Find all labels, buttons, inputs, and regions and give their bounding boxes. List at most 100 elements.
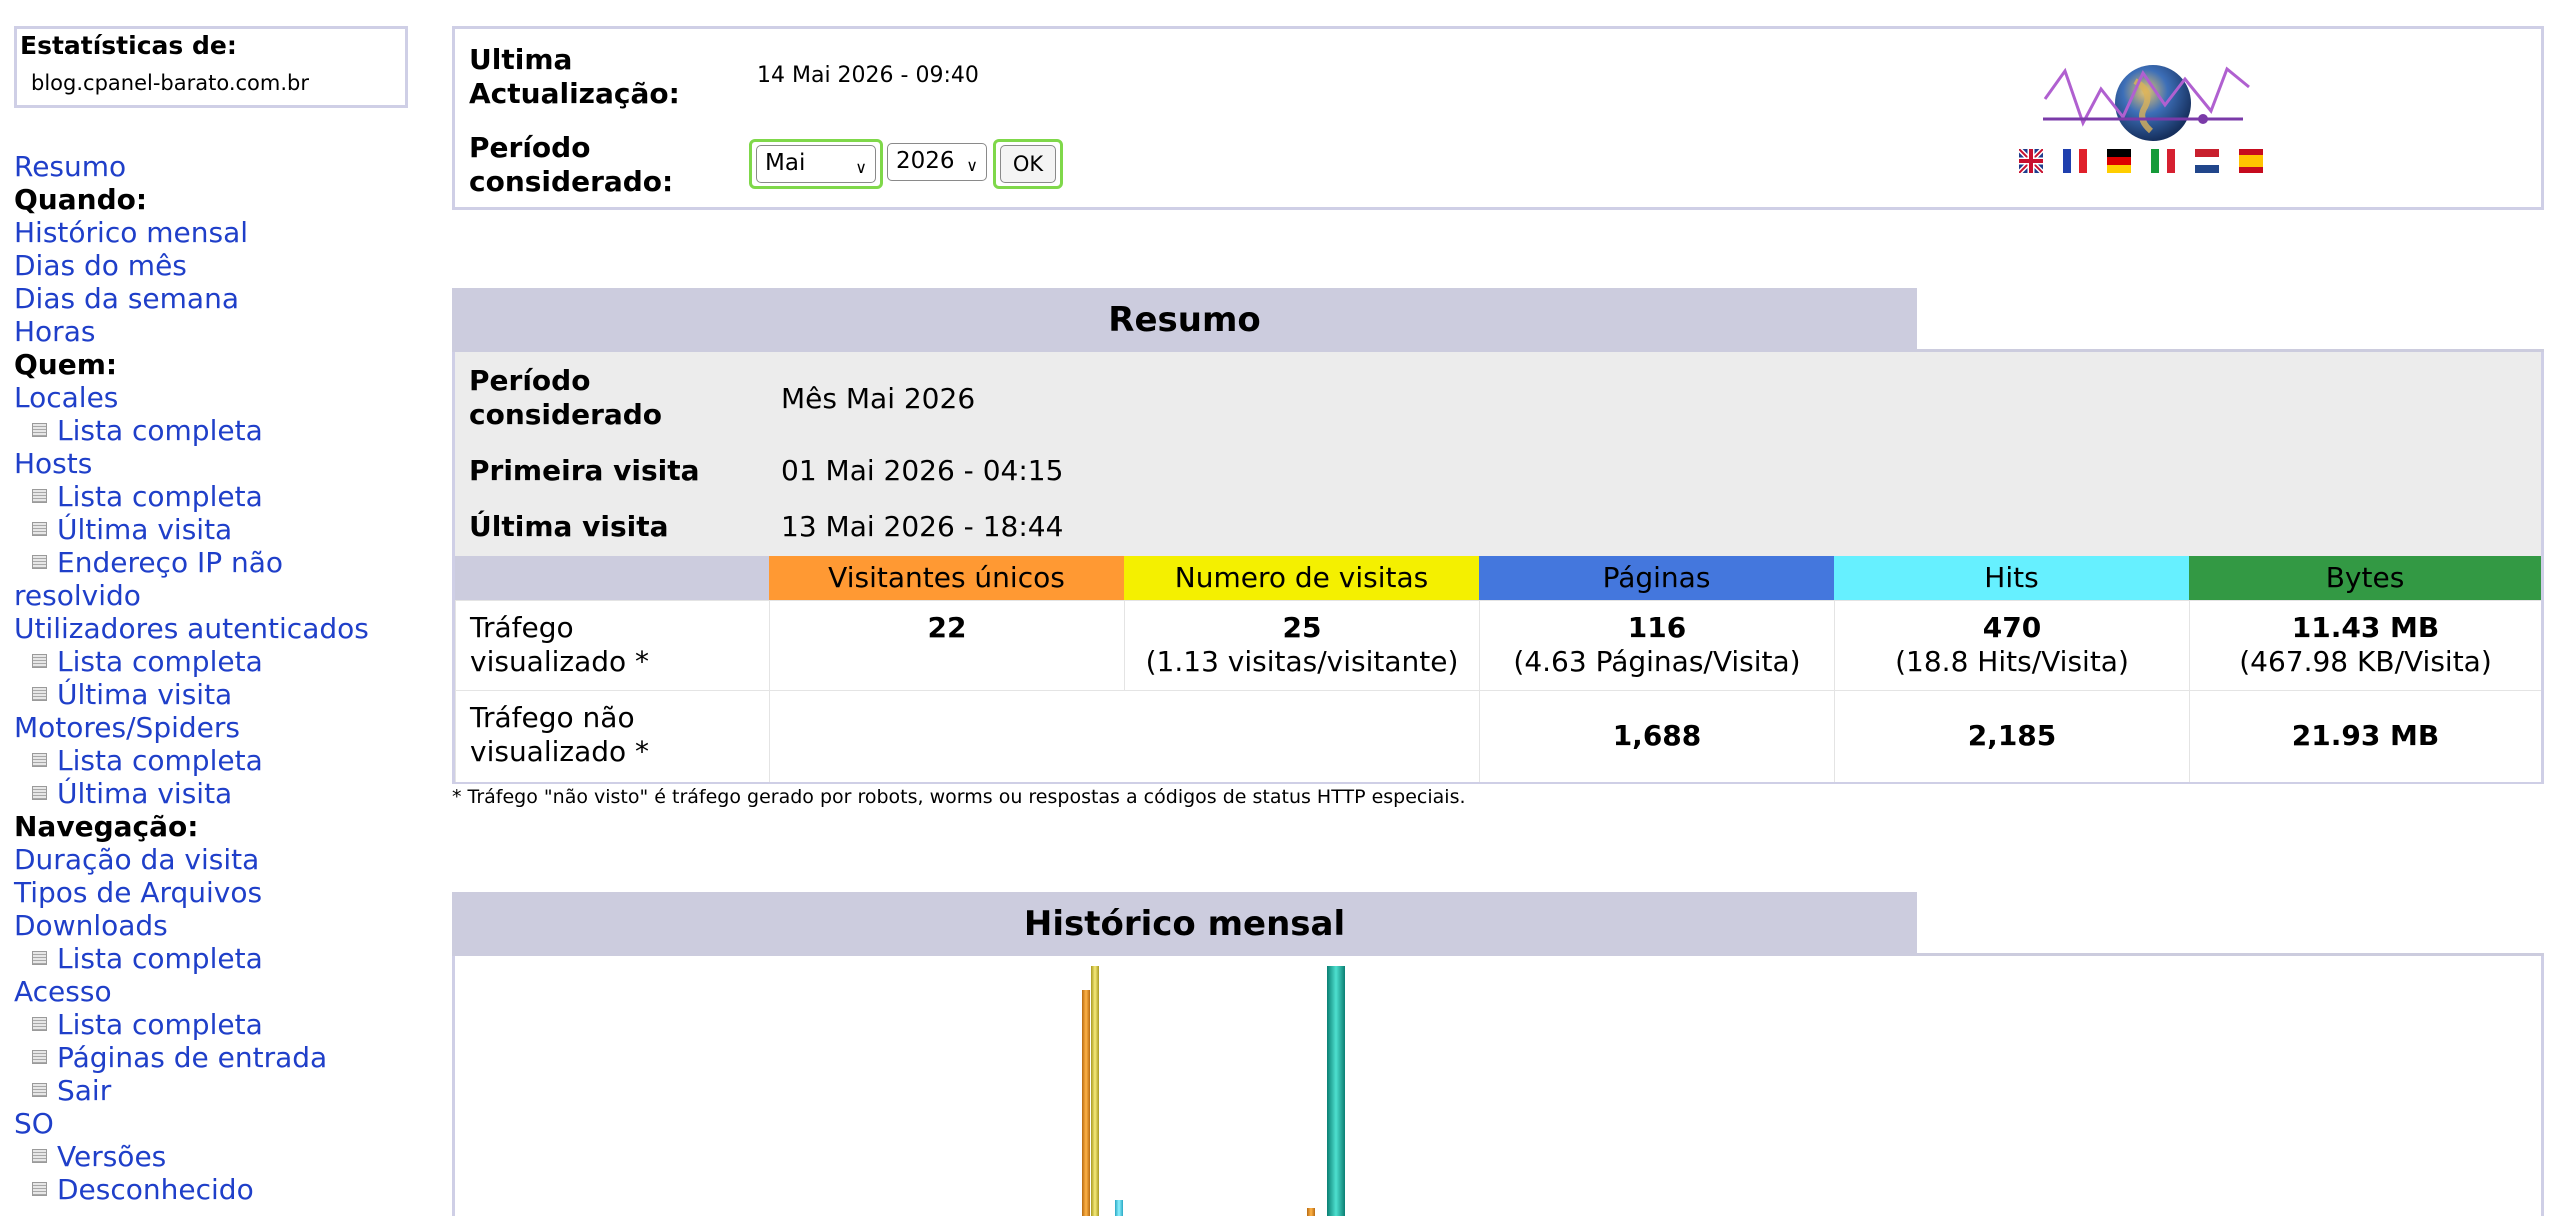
viewed-bytes-cell: 11.43 MB (467.98 KB/Visita) <box>2189 600 2541 690</box>
awstats-logo-icon <box>2043 65 2250 141</box>
menu-sublink-label: Última visita <box>57 777 233 810</box>
menu-sublink-label: Lista completa <box>57 414 263 447</box>
list-icon <box>32 687 47 701</box>
bar-unique-visitors <box>1082 990 1090 1216</box>
menu-sublink[interactable]: Lista completa <box>14 480 414 513</box>
menu-sublink-label: Lista completa <box>57 942 263 975</box>
list-icon <box>32 522 47 536</box>
last-visit-label: Última visita <box>469 510 669 543</box>
last-update-value: 14 Mai 2026 - 09:40 <box>757 63 979 88</box>
es-flag-icon[interactable] <box>2239 149 2263 173</box>
menu-sublink[interactable]: Última visita <box>14 777 414 810</box>
resumo-period-label-line1: Período <box>469 364 591 397</box>
first-visit-label: Primeira visita <box>469 454 700 487</box>
menu-sublink-label: Páginas de entrada <box>57 1041 328 1074</box>
fr-flag-icon[interactable] <box>2063 149 2087 173</box>
menu-sublink-label: Lista completa <box>57 480 263 513</box>
last-update-label-line2: Actualização: <box>469 77 680 110</box>
menu-link[interactable]: SO <box>14 1107 414 1140</box>
col-header-bytes: Bytes <box>2189 556 2541 600</box>
viewed-unique-value: 22 <box>927 611 967 644</box>
viewed-visits-value: 25 <box>1282 611 1322 644</box>
menu-sublink[interactable]: Última visita <box>14 678 414 711</box>
col-header-visits: Numero de visitas <box>1124 556 1479 600</box>
ok-button[interactable]: OK <box>1000 145 1056 183</box>
resumo-period-value: Mês Mai 2026 <box>781 382 976 415</box>
stats-site-box: Estatísticas de: blog.cpanel-barato.com.… <box>14 26 408 108</box>
menu-link[interactable]: Utilizadores autenticados <box>14 612 414 645</box>
menu-link[interactable]: Downloads <box>14 909 414 942</box>
viewed-pages-sub: (4.63 Páginas/Visita) <box>1513 645 1801 678</box>
menu-link[interactable]: Duração da visita <box>14 843 414 876</box>
viewed-pages-value: 116 <box>1627 611 1687 644</box>
stats-domain: blog.cpanel-barato.com.br <box>31 71 309 95</box>
menu-heading: Quem: <box>14 348 118 381</box>
menu-sublink[interactable]: Lista completa <box>14 645 414 678</box>
uk-flag-icon[interactable] <box>2019 149 2043 173</box>
menu-link[interactable]: Dias do mês <box>14 249 414 282</box>
row-label-viewed-line2: visualizado * <box>470 645 650 678</box>
menu-sublink[interactable]: Páginas de entrada <box>14 1041 414 1074</box>
viewed-hits-value: 470 <box>1982 611 2042 644</box>
month-select[interactable]: Mai ∨ <box>756 145 876 183</box>
menu-link[interactable]: Acesso <box>14 975 414 1008</box>
not-viewed-hits-value: 2,185 <box>1834 690 2189 782</box>
menu-link[interactable]: Motores/Spiders <box>14 711 414 744</box>
it-flag-icon[interactable] <box>2151 149 2175 173</box>
resumo-title: Resumo <box>452 288 1917 350</box>
year-select[interactable]: 2026 ∨ <box>887 143 987 181</box>
menu-link[interactable]: Locales <box>14 381 414 414</box>
row-label-viewed-line1: Tráfego <box>470 611 574 644</box>
month-select-focus-ring: Mai ∨ <box>749 139 883 189</box>
last-update-label-line1: Ultima <box>469 43 573 76</box>
last-update-label: Ultima Actualização: <box>469 43 680 111</box>
menu-link[interactable]: Histórico mensal <box>14 216 414 249</box>
resumo-period-label: Período considerado <box>469 364 662 432</box>
menu-sublink-label: Desconhecido <box>57 1173 254 1206</box>
menu-link[interactable]: Tipos de Arquivos <box>14 876 414 909</box>
menu-link[interactable]: Horas <box>14 315 414 348</box>
menu-sublink[interactable]: Endereço IP não <box>14 546 414 579</box>
list-icon <box>32 654 47 668</box>
menu-sublink[interactable]: Sair <box>14 1074 414 1107</box>
de-flag-icon[interactable] <box>2107 149 2131 173</box>
col-header-pages: Páginas <box>1479 556 1834 600</box>
list-icon <box>32 423 47 437</box>
menu-sublink[interactable]: Última visita <box>14 513 414 546</box>
row-label-not-viewed: Tráfego não visualizado * <box>455 690 769 782</box>
list-icon <box>32 489 47 503</box>
menu-sublink[interactable]: Lista completa <box>14 942 414 975</box>
header-panel: Ultima Actualização: 14 Mai 2026 - 09:40… <box>452 26 2544 210</box>
list-icon <box>32 753 47 767</box>
menu-sublink-label: Última visita <box>57 513 233 546</box>
menu-sublink[interactable]: Lista completa <box>14 1008 414 1041</box>
menu-sublink[interactable]: Desconhecido <box>14 1173 414 1206</box>
viewed-pages-cell: 116 (4.63 Páginas/Visita) <box>1479 600 1834 690</box>
bar-small-orange <box>1307 1208 1315 1216</box>
menu-link[interactable]: Dias da semana <box>14 282 414 315</box>
menu-sublink-label: Lista completa <box>57 744 263 777</box>
menu-sublink-label: Última visita <box>57 678 233 711</box>
nl-flag-icon[interactable] <box>2195 149 2219 173</box>
monthly-history-chart <box>1082 966 1345 1216</box>
year-select-value: 2026 <box>896 148 955 174</box>
period-label: Período considerado: <box>469 131 673 199</box>
list-icon <box>32 1182 47 1196</box>
menu-link[interactable]: Hosts <box>14 447 414 480</box>
viewed-hits-sub: (18.8 Hits/Visita) <box>1895 645 2129 678</box>
not-viewed-pages-value: 1,688 <box>1479 690 1834 782</box>
menu-sublink[interactable]: Lista completa <box>14 744 414 777</box>
menu-link[interactable]: resolvido <box>14 579 414 612</box>
sidebar: Estatísticas de: blog.cpanel-barato.com.… <box>0 0 420 1216</box>
menu-sublink[interactable]: Lista completa <box>14 414 414 447</box>
viewed-visits-sub: (1.13 visitas/visitante) <box>1145 645 1459 678</box>
viewed-hits-cell: 470 (18.8 Hits/Visita) <box>1834 600 2189 690</box>
traffic-footnote: * Tráfego "não visto" é tráfego gerado p… <box>452 786 1466 808</box>
ok-button-focus-ring: OK <box>993 139 1063 189</box>
menu-heading: Quando: <box>14 183 148 216</box>
month-select-value: Mai <box>765 150 806 176</box>
stats-title: Estatísticas de: <box>20 31 237 60</box>
menu-link[interactable]: Resumo <box>14 150 414 183</box>
period-label-line2: considerado: <box>469 165 674 198</box>
menu-sublink[interactable]: Versões <box>14 1140 414 1173</box>
